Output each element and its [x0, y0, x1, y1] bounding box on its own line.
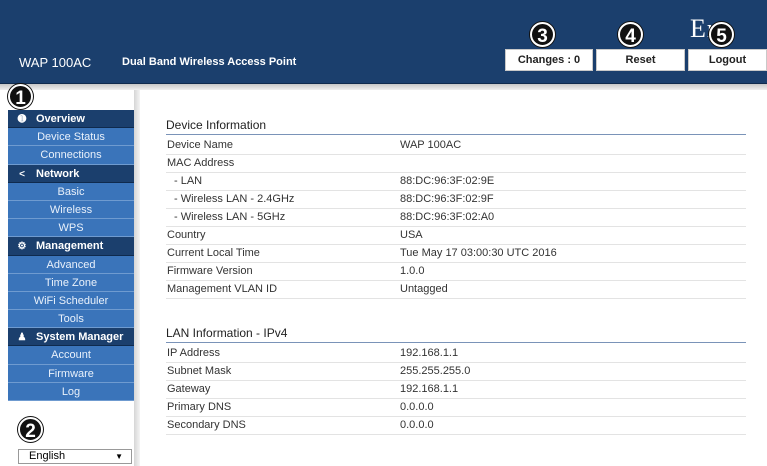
info-row: MAC Address [166, 155, 746, 173]
sidebar-section-label: System Manager [36, 331, 124, 344]
gear-icon: ⚙ [17, 241, 27, 253]
sidebar-divider [134, 90, 140, 466]
row-value: 1.0.0 [400, 265, 425, 277]
sidebar-item-tools[interactable]: Tools [8, 310, 134, 329]
sidebar-section-label: Management [36, 240, 104, 253]
sidebar-item-advanced[interactable]: Advanced [8, 255, 134, 274]
info-row: Management VLAN ID Untagged [166, 281, 746, 299]
callout-badge-5: 5 [709, 22, 734, 47]
info-row: Device Name WAP 100AC [166, 137, 746, 155]
row-label: IP Address [167, 347, 220, 359]
callout-badge-2: 2 [18, 417, 43, 442]
row-value: Untagged [400, 283, 448, 295]
row-label: - Wireless LAN - 5GHz [174, 211, 286, 223]
share-icon: < [19, 168, 25, 180]
changes-button[interactable]: Changes : 0 [505, 49, 593, 71]
info-row: Country USA [166, 227, 746, 245]
device-model: WAP 100AC [19, 55, 92, 70]
info-row: Gateway 192.168.1.1 [166, 381, 746, 399]
row-value: Tue May 17 03:00:30 UTC 2016 [400, 247, 557, 259]
lan-info-title: LAN Information - IPv4 [166, 323, 746, 343]
sidebar-item-wps[interactable]: WPS [8, 219, 134, 238]
row-value: 0.0.0.0 [400, 401, 434, 413]
row-label: Management VLAN ID [167, 283, 278, 295]
callout-badge-1: 1 [8, 84, 33, 109]
row-value: 0.0.0.0 [400, 419, 434, 431]
sidebar-section-network[interactable]: < Network [8, 164, 134, 183]
info-row: - Wireless LAN - 5GHz 88:DC:96:3F:02:A0 [166, 209, 746, 227]
row-value: 88:DC:96:3F:02:9F [400, 193, 494, 205]
sidebar-section-label: Overview [36, 113, 85, 125]
info-icon: ➊ [17, 114, 27, 125]
header-divider [0, 84, 767, 90]
device-info-title: Device Information [166, 115, 746, 135]
row-label: Device Name [167, 139, 234, 151]
row-label: Country [167, 229, 206, 241]
row-value: 192.168.1.1 [400, 347, 459, 359]
sidebar-section-overview[interactable]: ➊ Overview [8, 110, 134, 129]
sidebar-item-connections[interactable]: Connections [8, 146, 134, 165]
sidebar-item-basic[interactable]: Basic [8, 182, 134, 201]
row-value: USA [400, 229, 423, 241]
row-value: 88:DC:96:3F:02:A0 [400, 211, 495, 223]
sidebar-item-time-zone[interactable]: Time Zone [8, 273, 134, 292]
info-row: Current Local Time Tue May 17 03:00:30 UT… [166, 245, 746, 263]
sidebar-section-label: Network [36, 167, 80, 180]
row-label: Gateway [167, 383, 211, 395]
row-label: Primary DNS [167, 401, 232, 413]
reset-button[interactable]: Reset [596, 49, 685, 71]
callout-badge-3: 3 [530, 22, 555, 47]
info-row: IP Address 192.168.1.1 [166, 345, 746, 363]
row-value: WAP 100AC [400, 139, 462, 151]
row-label: Subnet Mask [167, 365, 232, 377]
row-value: 192.168.1.1 [400, 383, 459, 395]
info-row: Secondary DNS 0.0.0.0 [166, 417, 746, 435]
sidebar-item-log[interactable]: Log [8, 382, 134, 401]
sidebar-item-firmware[interactable]: Firmware [8, 364, 134, 383]
row-value: 255.255.255.0 [400, 365, 471, 377]
language-select[interactable]: English ▼ [18, 449, 132, 464]
sidebar-item-wireless[interactable]: Wireless [8, 200, 134, 220]
main-content: Device Information Device Name WAP 100AC … [166, 110, 746, 435]
row-label: MAC Address [167, 157, 235, 169]
info-row: Firmware Version 1.0.0 [166, 263, 746, 281]
row-label: Current Local Time [167, 247, 260, 259]
logout-button[interactable]: Logout [688, 49, 767, 71]
language-value: English [29, 450, 66, 462]
header-bar: WAP 100AC Dual Band Wireless Access Poin… [0, 0, 767, 84]
info-row: - Wireless LAN - 2.4GHz 88:DC:96:3F:02:9F [166, 191, 746, 209]
user-icon: ♟ [17, 332, 27, 344]
sidebar-item-account[interactable]: Account [8, 346, 134, 365]
sidebar: ➊ Overview Device Status Connections < Net… [8, 110, 134, 401]
row-label: Secondary DNS [167, 419, 246, 431]
row-label: - Wireless LAN - 2.4GHz [174, 193, 295, 205]
row-label: - LAN [174, 175, 203, 187]
sidebar-section-system-manager[interactable]: ♟ System Manager [8, 328, 134, 347]
dropdown-arrow-icon: ▼ [115, 452, 123, 461]
info-row: - LAN 88:DC:96:3F:02:9E [166, 173, 746, 191]
row-value: 88:DC:96:3F:02:9E [400, 175, 495, 187]
sidebar-section-management[interactable]: ⚙ Management [8, 237, 134, 256]
row-label: Firmware Version [167, 265, 253, 277]
info-row: Primary DNS 0.0.0.0 [166, 399, 746, 417]
info-row: Subnet Mask 255.255.255.0 [166, 363, 746, 381]
callout-badge-4: 4 [618, 22, 643, 47]
sidebar-item-device-status[interactable]: Device Status [8, 128, 134, 147]
sidebar-item-wifi-scheduler[interactable]: WiFi Scheduler [8, 291, 134, 311]
device-description: Dual Band Wireless Access Point [122, 56, 297, 68]
